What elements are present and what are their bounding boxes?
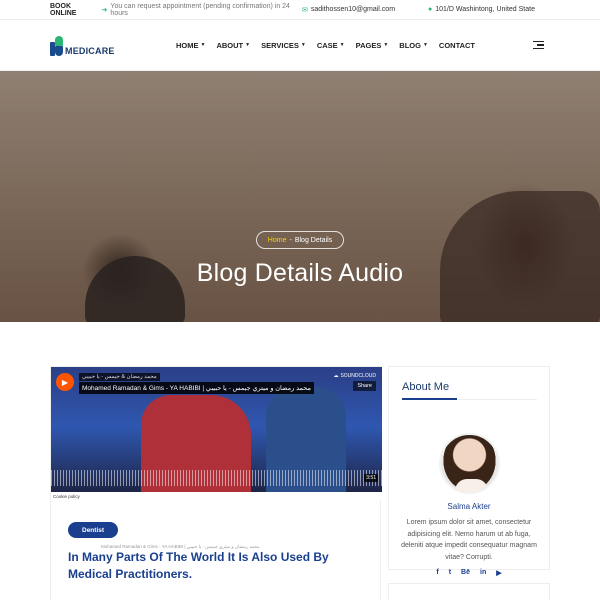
chevron-down-icon: ▼ xyxy=(383,42,389,48)
nav-item-about[interactable]: ABOUT ▼ xyxy=(216,41,250,50)
blog-post-card: ▶ محمد رمضان & جيمس - يا حبيبي Mohamed R… xyxy=(50,366,382,600)
address-info: ● 101/D Washintong, United State xyxy=(428,6,535,13)
author-name: Salma Akter xyxy=(447,502,491,511)
nav-label: PAGES xyxy=(355,40,382,50)
main-nav: HOME ▼ ABOUT ▼ SERVICES ▼ CASE ▼ PAGES ▼ BLOG… xyxy=(176,41,475,50)
logo-mark-icon xyxy=(50,34,64,56)
nav-item-blog[interactable]: BLOG ▼ xyxy=(399,41,428,50)
breadcrumb: Home - Blog Details xyxy=(256,231,344,249)
facebook-icon[interactable]: f xyxy=(436,569,438,577)
linkedin-icon[interactable]: in xyxy=(480,569,486,577)
breadcrumb-home-link[interactable]: Home xyxy=(268,237,287,244)
breadcrumb-current: Blog Details xyxy=(294,236,333,244)
book-online-label: BOOK ONLINE xyxy=(50,2,77,17)
nav-label: ABOUT xyxy=(216,40,244,50)
book-online-text: You can request appointment (pending con… xyxy=(110,2,290,17)
nav-label: BLOG xyxy=(399,40,421,50)
book-online: BOOK ONLINE ➜ You can request appointmen… xyxy=(50,3,302,17)
nav-item-services[interactable]: SERVICES ▼ xyxy=(261,41,306,50)
cookie-policy-link[interactable]: Cookie policy xyxy=(51,492,382,500)
chevron-down-icon: ▼ xyxy=(200,42,206,48)
chevron-down-icon: ▼ xyxy=(422,42,428,48)
chevron-down-icon: ▼ xyxy=(339,42,345,48)
twitter-icon[interactable]: t xyxy=(449,569,451,577)
arrow-right-icon: ➜ xyxy=(101,6,108,14)
page-title: Blog Details Audio xyxy=(196,259,404,287)
category-badge[interactable]: Dentist xyxy=(68,522,119,538)
share-button[interactable]: Share xyxy=(353,381,376,391)
widget-heading: About Me xyxy=(402,381,450,393)
avatar xyxy=(439,433,500,494)
chevron-down-icon: ▼ xyxy=(245,42,251,48)
logo[interactable]: MEDICARE xyxy=(50,34,176,56)
soundcloud-icon: ☁ xyxy=(333,373,339,379)
about-me-widget: About Me Salma Akter Lorem ipsum dolor s… xyxy=(388,366,550,577)
track-title[interactable]: Mohamed Ramadan & Gims - YA HABIBI | محم… xyxy=(79,382,314,394)
author-bio: Lorem ipsum dolor sit amet, consectetur … xyxy=(401,519,537,561)
track-artist[interactable]: محمد رمضان & جيمس - يا حبيبي xyxy=(79,373,160,381)
soundcloud-player[interactable]: ▶ محمد رمضان & جيمس - يا حبيبي Mohamed R… xyxy=(51,367,382,500)
nav-item-case[interactable]: CASE ▼ xyxy=(317,41,345,50)
nav-item-home[interactable]: HOME ▼ xyxy=(176,41,205,50)
social-links: f t Bē in ▶ xyxy=(389,569,549,577)
nav-label: CASE xyxy=(316,40,338,50)
content-area: ▶ محمد رمضان & جيمس - يا حبيبي Mohamed R… xyxy=(0,322,600,600)
breadcrumb-separator: - xyxy=(289,236,292,244)
behance-icon[interactable]: Bē xyxy=(461,569,470,577)
youtube-icon[interactable]: ▶ xyxy=(496,569,501,577)
map-pin-icon: ● xyxy=(428,6,433,13)
chevron-down-icon: ▼ xyxy=(300,42,306,48)
heading-underline xyxy=(402,398,457,400)
site-header: MEDICARE HOME ▼ ABOUT ▼ SERVICES ▼ CASE ▼ PA… xyxy=(0,20,600,71)
waveform[interactable] xyxy=(51,470,382,486)
top-info-bar: BOOK ONLINE ➜ You can request appointmen… xyxy=(0,0,600,20)
track-duration: 3:51 xyxy=(364,474,378,482)
nav-item-contact[interactable]: CONTACT xyxy=(439,41,475,50)
nav-item-pages[interactable]: PAGES ▼ xyxy=(356,41,389,50)
address-text: 101/D Washintong, United State xyxy=(435,6,535,13)
page-hero: Home - Blog Details Blog Details Audio xyxy=(0,71,600,322)
logo-text: MEDICARE xyxy=(65,46,115,56)
email-info[interactable]: ✉ sadithossen10@gmail.com xyxy=(302,6,428,14)
heading-divider xyxy=(457,399,537,400)
post-title[interactable]: In Many Parts Of The World It Is Also Us… xyxy=(68,549,368,583)
soundcloud-logo[interactable]: ☁ SOUNDCLOUD xyxy=(333,373,376,379)
nav-label: SERVICES xyxy=(261,40,299,50)
email-text[interactable]: sadithossen10@gmail.com xyxy=(311,6,395,13)
nav-label: CONTACT xyxy=(438,40,476,50)
envelope-icon: ✉ xyxy=(302,6,308,14)
nav-label: HOME xyxy=(176,40,199,50)
sidebar-widget xyxy=(388,583,550,600)
hamburger-menu-icon[interactable] xyxy=(533,39,544,52)
soundcloud-brand: SOUNDCLOUD xyxy=(340,373,376,379)
play-icon[interactable]: ▶ xyxy=(56,373,74,391)
